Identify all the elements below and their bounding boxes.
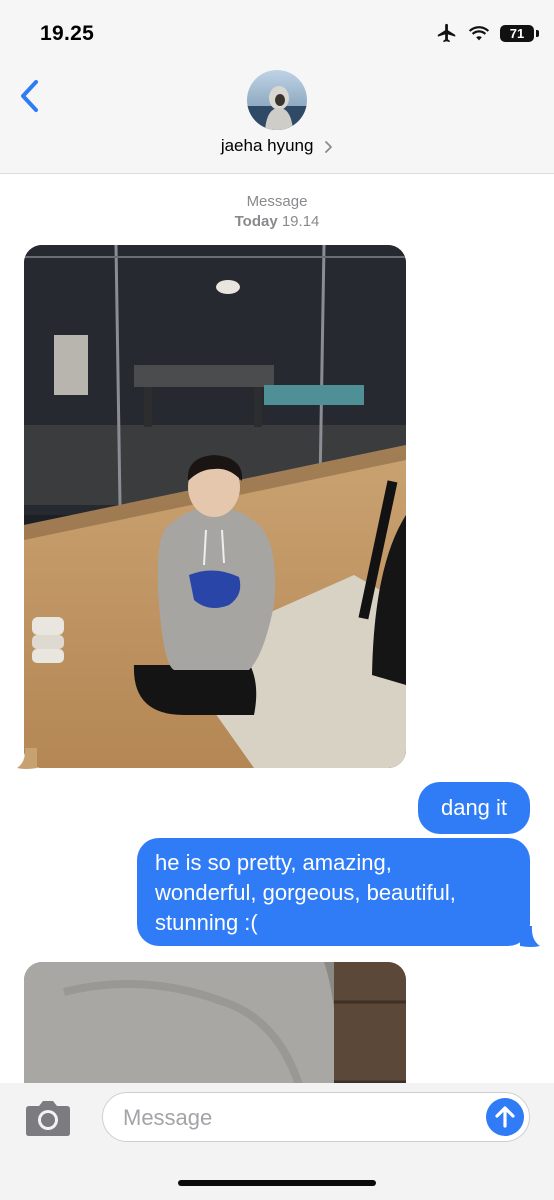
date-time-label: Today 19.14 [0,212,554,232]
battery-nub [536,29,539,37]
battery-icon: 71 [500,24,539,42]
avatar-photo [247,70,307,130]
chevron-left-icon [21,80,38,112]
bubble-tail-left [17,748,37,769]
status-time: 19.25 [40,22,95,45]
status-icons: 71 [436,20,539,46]
bubble-tail-right [520,926,540,947]
airplane-icon [437,23,456,43]
dessert-cups [32,617,64,663]
incoming-photo-message[interactable] [24,245,406,768]
outgoing-message-bubble[interactable]: dang it [418,782,530,834]
status-bar: 19.25 71 [0,0,554,60]
message-text-line: he is so pretty, amazing, [155,850,392,875]
message-text-line: stunning :( [155,910,258,935]
conversation-header: jaeha hyung [0,60,554,174]
send-button[interactable] [486,1098,524,1136]
message-field[interactable] [102,1092,530,1142]
contact-name: jaeha hyung [220,136,314,155]
camera-button[interactable] [24,1098,72,1138]
home-indicator [178,1180,376,1186]
back-button[interactable] [14,76,46,116]
chevron-right-icon [325,140,333,153]
battery-level: 71 [509,25,525,41]
thread-timestamp: Message Today 19.14 [0,192,554,232]
message-text-line: wonderful, gorgeous, beautiful, [155,880,456,905]
avatar[interactable] [247,70,307,130]
message-text: dang it [440,795,508,820]
date-label: Today [234,213,278,230]
time-label: 19.14 [281,213,320,230]
service-label: Message [246,193,308,210]
photo-image [24,245,406,768]
outgoing-message-bubble[interactable]: he is so pretty, amazing, wonderful, gor… [137,838,530,946]
wifi-icon [468,26,490,41]
camera-icon [26,1101,70,1136]
arrow-up-icon [495,1106,515,1128]
message-input[interactable] [121,1093,465,1142]
contact-name-button[interactable]: jaeha hyung [0,136,554,156]
